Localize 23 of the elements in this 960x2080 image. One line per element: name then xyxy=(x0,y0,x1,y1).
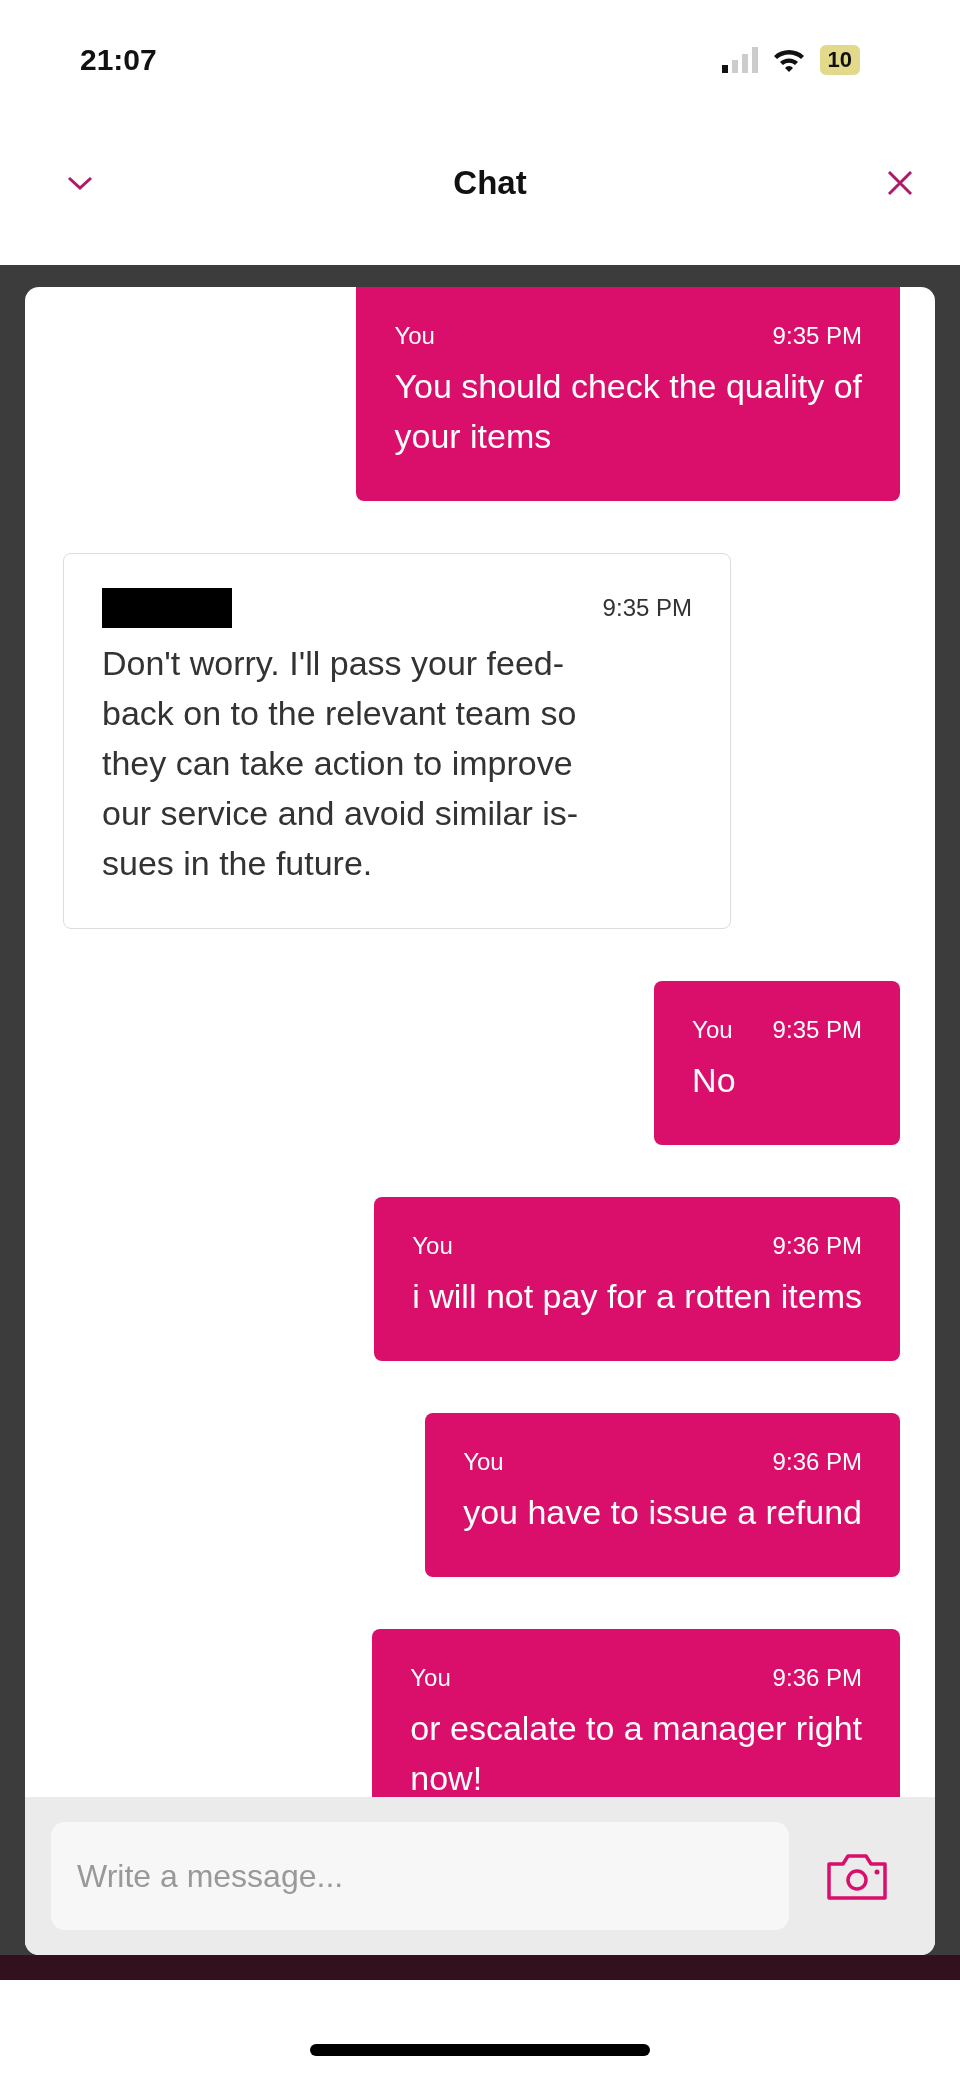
sender-name: You xyxy=(692,1016,733,1044)
close-icon xyxy=(886,168,914,197)
message-text: you have to issue a refund xyxy=(463,1492,862,1533)
signal-icon xyxy=(721,47,758,73)
sender-name: You xyxy=(412,1232,453,1260)
sender-name: You xyxy=(394,322,435,350)
message-text: i will not pay for a rotten items xyxy=(412,1276,862,1317)
status-time: 21:07 xyxy=(80,43,157,77)
battery-level: 10 xyxy=(819,45,860,75)
message-time: 9:36 PM xyxy=(772,1448,862,1476)
sender-name: You xyxy=(410,1664,451,1692)
message-time: 9:36 PM xyxy=(772,1664,862,1692)
message-time: 9:35 PM xyxy=(772,322,862,350)
message-time: 9:35 PM xyxy=(602,594,692,622)
message-input[interactable]: Write a message... xyxy=(51,1822,789,1930)
message-time: 9:35 PM xyxy=(772,1016,862,1044)
message-text: You should check the quality of your items xyxy=(394,366,862,457)
message-time: 9:36 PM xyxy=(772,1232,862,1260)
sender-name: You xyxy=(463,1448,504,1476)
chat-title: Chat xyxy=(453,163,527,202)
message-text: or escalate to a manager right now! xyxy=(410,1708,862,1797)
message-text: No xyxy=(692,1060,737,1101)
message-text: Don't worry. I'll pass your feed- back on to the relevant team so they can take action to improve our service and avoid similar is- sues in the future. xyxy=(102,643,580,884)
